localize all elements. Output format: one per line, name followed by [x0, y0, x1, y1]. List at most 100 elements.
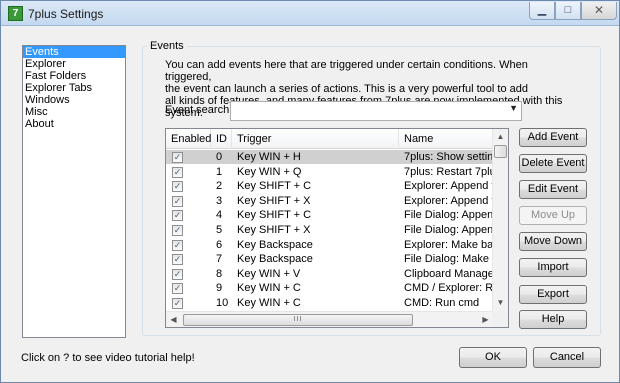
- nav-item-fast-folders[interactable]: Fast Folders: [23, 70, 125, 82]
- scroll-up-icon[interactable]: ▲: [493, 129, 508, 145]
- column-header-id[interactable]: ID: [211, 129, 232, 149]
- delete-event-button[interactable]: Delete Event: [519, 154, 587, 173]
- event-row[interactable]: ✓ 10 Key WIN + C CMD: Run cmd: [166, 296, 494, 310]
- event-trigger-cell: Key SHIFT + X: [237, 194, 311, 207]
- event-search-combobox[interactable]: ▼: [230, 101, 522, 121]
- scroll-right-icon[interactable]: ▶: [478, 312, 493, 327]
- event-id-cell: 5: [216, 224, 223, 236]
- events-list-header: Enabled ID Trigger Name: [166, 129, 494, 149]
- scroll-corner: [492, 311, 508, 327]
- event-enabled-cell: ✓: [172, 252, 186, 266]
- nav-item-windows[interactable]: Windows: [23, 94, 125, 106]
- scroll-left-icon[interactable]: ◀: [166, 312, 181, 327]
- event-row[interactable]: ✓ 4 Key SHIFT + C File Dialog: Append file: [166, 208, 494, 222]
- enabled-checkbox[interactable]: ✓: [172, 152, 183, 163]
- horizontal-scrollbar[interactable]: ◀ III ▶: [166, 311, 494, 327]
- enabled-checkbox[interactable]: ✓: [172, 268, 183, 280]
- event-id-cell: 10: [216, 297, 229, 309]
- event-enabled-cell: ✓: [172, 194, 186, 208]
- event-enabled-cell: ✓: [172, 267, 186, 281]
- event-trigger-cell: Key SHIFT + X: [237, 224, 311, 236]
- maximize-icon: □: [564, 4, 572, 16]
- close-button[interactable]: ✕: [581, 2, 617, 20]
- event-row[interactable]: ✓ 0 Key WIN + H 7plus: Show settings w: [166, 150, 494, 164]
- enabled-checkbox[interactable]: ✓: [172, 195, 183, 207]
- add-event-button[interactable]: Add Event: [519, 128, 587, 147]
- chevron-down-icon[interactable]: ▼: [509, 103, 518, 113]
- tutorial-hint: Click on ? to see video tutorial help!: [21, 352, 195, 364]
- events-list[interactable]: Enabled ID Trigger Name ✓ 0 Key WIN + H 7pl…: [165, 128, 509, 328]
- settings-nav-list[interactable]: Events Explorer Fast Folders Explorer Tabs W…: [22, 45, 126, 338]
- move-down-button[interactable]: Move Down: [519, 232, 587, 251]
- ok-button[interactable]: OK: [459, 347, 527, 368]
- event-id-cell: 7: [216, 253, 223, 266]
- event-trigger-cell: Key WIN + V: [237, 267, 301, 280]
- enabled-checkbox[interactable]: ✓: [172, 239, 183, 251]
- event-trigger-cell: Key SHIFT + C: [237, 209, 312, 222]
- event-row[interactable]: ✓ 1 Key WIN + Q 7plus: Restart 7plus: [166, 165, 494, 179]
- event-trigger-cell: Key Backspace: [237, 238, 313, 251]
- event-name-cell: 7plus: Show settings w: [404, 151, 494, 163]
- events-group-title: Events: [147, 40, 187, 52]
- vertical-scroll-thumb[interactable]: [494, 145, 507, 158]
- event-name-cell: Explorer: Make backsp: [404, 238, 494, 251]
- event-row[interactable]: ✓ 9 Key WIN + C CMD / Explorer: Run c: [166, 281, 494, 295]
- event-name-cell: File Dialog: Append file: [404, 209, 494, 222]
- event-id-cell: 1: [216, 165, 223, 178]
- event-row[interactable]: ✓ 5 Key SHIFT + X File Dialog: Append file: [166, 223, 494, 237]
- description-line: You can add events here that are trigger…: [165, 59, 528, 83]
- edit-event-button[interactable]: Edit Event: [519, 180, 587, 199]
- maximize-button[interactable]: □: [555, 2, 581, 20]
- enabled-checkbox[interactable]: ✓: [172, 298, 183, 309]
- nav-item-explorer[interactable]: Explorer: [23, 58, 125, 70]
- event-id-cell: 6: [216, 238, 223, 251]
- move-up-button[interactable]: Move Up: [519, 206, 587, 225]
- enabled-checkbox[interactable]: ✓: [172, 254, 183, 266]
- event-enabled-cell: ✓: [172, 281, 186, 295]
- scroll-down-icon[interactable]: ▼: [493, 295, 508, 311]
- column-header-name[interactable]: Name: [399, 129, 494, 149]
- enabled-checkbox[interactable]: ✓: [172, 210, 183, 222]
- event-trigger-cell: Key WIN + Q: [237, 165, 302, 178]
- description-line: the event can launch a series of actions…: [165, 83, 528, 95]
- column-header-enabled[interactable]: Enabled: [166, 129, 211, 149]
- nav-item-events[interactable]: Events: [23, 46, 125, 58]
- event-trigger-cell: Key WIN + C: [237, 282, 301, 295]
- horizontal-scroll-thumb[interactable]: III: [183, 314, 413, 326]
- event-row[interactable]: ✓ 3 Key SHIFT + X Explorer: Append file(s: [166, 194, 494, 208]
- app-icon: 7: [8, 6, 23, 21]
- event-trigger-cell: Key WIN + C: [237, 297, 301, 309]
- event-enabled-cell: ✓: [172, 208, 186, 222]
- event-enabled-cell: ✓: [172, 238, 186, 252]
- enabled-checkbox[interactable]: ✓: [172, 181, 183, 193]
- help-button[interactable]: Help: [519, 310, 587, 329]
- column-header-trigger[interactable]: Trigger: [232, 129, 399, 149]
- event-trigger-cell: Key Backspace: [237, 253, 313, 266]
- minimize-button[interactable]: ▁: [529, 2, 555, 20]
- nav-item-misc[interactable]: Misc: [23, 106, 125, 118]
- minimize-icon: ▁: [537, 4, 547, 16]
- title-bar[interactable]: 7 7plus Settings ▁ □ ✕: [1, 1, 619, 26]
- event-enabled-cell: ✓: [172, 179, 186, 193]
- event-name-cell: Clipboard Manager: [404, 267, 494, 280]
- event-id-cell: 4: [216, 209, 223, 222]
- enabled-checkbox[interactable]: ✓: [172, 166, 183, 178]
- events-list-body: ✓ 0 Key WIN + H 7plus: Show settings w ✓ 1 Key…: [166, 150, 494, 311]
- nav-item-explorer-tabs[interactable]: Explorer Tabs: [23, 82, 125, 94]
- enabled-checkbox[interactable]: ✓: [172, 225, 183, 236]
- event-row[interactable]: ✓ 8 Key WIN + V Clipboard Manager: [166, 267, 494, 281]
- vertical-scrollbar[interactable]: ▲ ▼: [492, 129, 508, 311]
- cancel-button[interactable]: Cancel: [533, 347, 601, 368]
- event-trigger-cell: Key WIN + H: [237, 151, 301, 163]
- nav-item-about[interactable]: About: [23, 118, 125, 130]
- event-row[interactable]: ✓ 7 Key Backspace File Dialog: Make back: [166, 252, 494, 266]
- export-button[interactable]: Export: [519, 285, 587, 304]
- enabled-checkbox[interactable]: ✓: [172, 283, 183, 295]
- event-row[interactable]: ✓ 6 Key Backspace Explorer: Make backsp: [166, 238, 494, 252]
- import-button[interactable]: Import: [519, 258, 587, 277]
- event-name-cell: Explorer: Append file(s: [404, 194, 494, 207]
- event-id-cell: 0: [216, 151, 223, 163]
- event-row[interactable]: ✓ 2 Key SHIFT + C Explorer: Append file(s: [166, 179, 494, 193]
- event-name-cell: Explorer: Append file(s: [404, 180, 494, 193]
- close-icon: ✕: [593, 3, 605, 17]
